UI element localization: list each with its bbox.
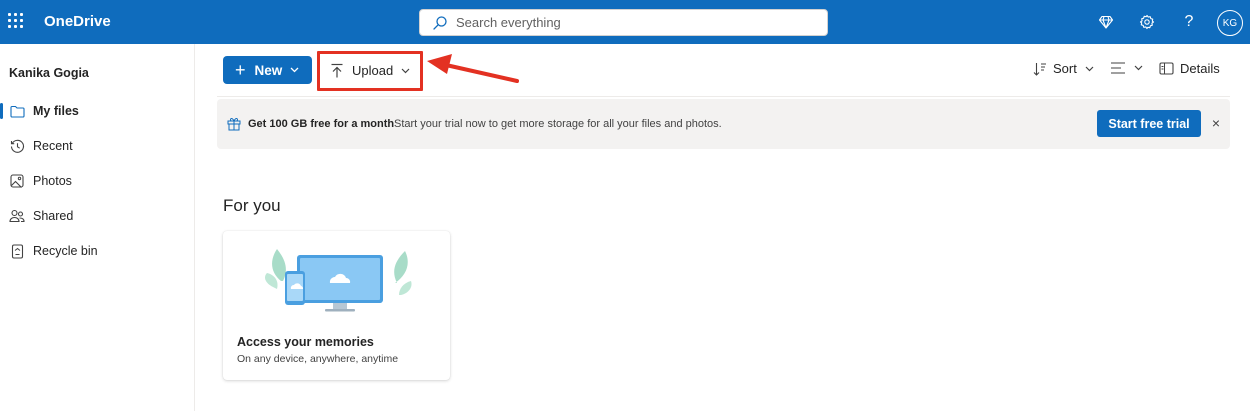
nav-item-my-files[interactable]: My files: [0, 96, 194, 126]
list-view-icon: [1111, 62, 1125, 74]
new-button-label: New: [254, 62, 283, 78]
card-title: Access your memories: [237, 335, 374, 349]
nav-item-shared[interactable]: Shared: [0, 201, 194, 231]
user-name: Kanika Gogia: [9, 66, 89, 80]
nav-item-recent[interactable]: Recent: [0, 131, 194, 161]
settings-gear-icon[interactable]: [1137, 12, 1157, 32]
nav-item-label: Shared: [33, 209, 74, 223]
app-title[interactable]: OneDrive: [44, 13, 111, 30]
details-pane-icon: [1159, 62, 1174, 75]
details-label: Details: [1180, 61, 1220, 76]
sort-button[interactable]: Sort: [1033, 61, 1094, 76]
people-icon: [9, 208, 25, 224]
plus-icon: +: [235, 60, 246, 80]
new-button[interactable]: + New: [223, 56, 312, 84]
clock-icon: [9, 138, 25, 154]
memories-card[interactable]: Access your memories On any device, anyw…: [223, 231, 450, 380]
nav-item-label: My files: [33, 104, 79, 118]
annotation-arrow-icon: [427, 54, 519, 83]
banner-close-icon[interactable]: ×: [1208, 115, 1224, 131]
search-input[interactable]: [456, 15, 816, 30]
app-launcher-waffle-icon[interactable]: [8, 13, 24, 29]
nav-item-photos[interactable]: Photos: [0, 166, 194, 196]
left-navigation: Kanika Gogia My files Recent Photos Shar…: [0, 44, 195, 411]
nav-item-label: Recent: [33, 139, 73, 153]
nav-item-label: Recycle bin: [33, 244, 98, 258]
sort-label: Sort: [1053, 61, 1077, 76]
for-you-heading: For you: [223, 196, 281, 215]
start-free-trial-button[interactable]: Start free trial: [1097, 110, 1201, 137]
gift-icon: [227, 118, 241, 131]
promo-banner: Get 100 GB free for a month Start your t…: [217, 99, 1230, 149]
annotation-highlight-box: [317, 51, 423, 91]
chevron-down-icon: [1134, 65, 1143, 71]
devices-cloud-illustration: [265, 249, 412, 312]
sort-icon: [1033, 62, 1046, 76]
user-avatar[interactable]: KG: [1217, 10, 1243, 36]
command-bar-divider: [217, 96, 1230, 97]
search-icon: [433, 15, 447, 30]
trash-icon: [9, 243, 25, 259]
card-subtitle: On any device, anywhere, anytime: [237, 353, 399, 365]
details-button[interactable]: Details: [1159, 61, 1220, 76]
chevron-down-icon: [1085, 66, 1094, 71]
help-icon[interactable]: ?: [1179, 12, 1199, 32]
view-options-button[interactable]: [1110, 61, 1143, 75]
premium-diamond-icon[interactable]: [1096, 12, 1116, 32]
top-bar: OneDrive ? KG: [0, 0, 1250, 44]
nav-item-label: Photos: [33, 174, 72, 188]
banner-heading: Get 100 GB free for a month: [248, 118, 395, 130]
folder-icon: [9, 103, 25, 119]
nav-item-recycle-bin[interactable]: Recycle bin: [0, 236, 194, 266]
search-box[interactable]: [419, 9, 828, 36]
image-icon: [9, 173, 25, 189]
chevron-down-icon: [290, 67, 299, 73]
banner-text: Start your trial now to get more storage…: [394, 118, 722, 130]
